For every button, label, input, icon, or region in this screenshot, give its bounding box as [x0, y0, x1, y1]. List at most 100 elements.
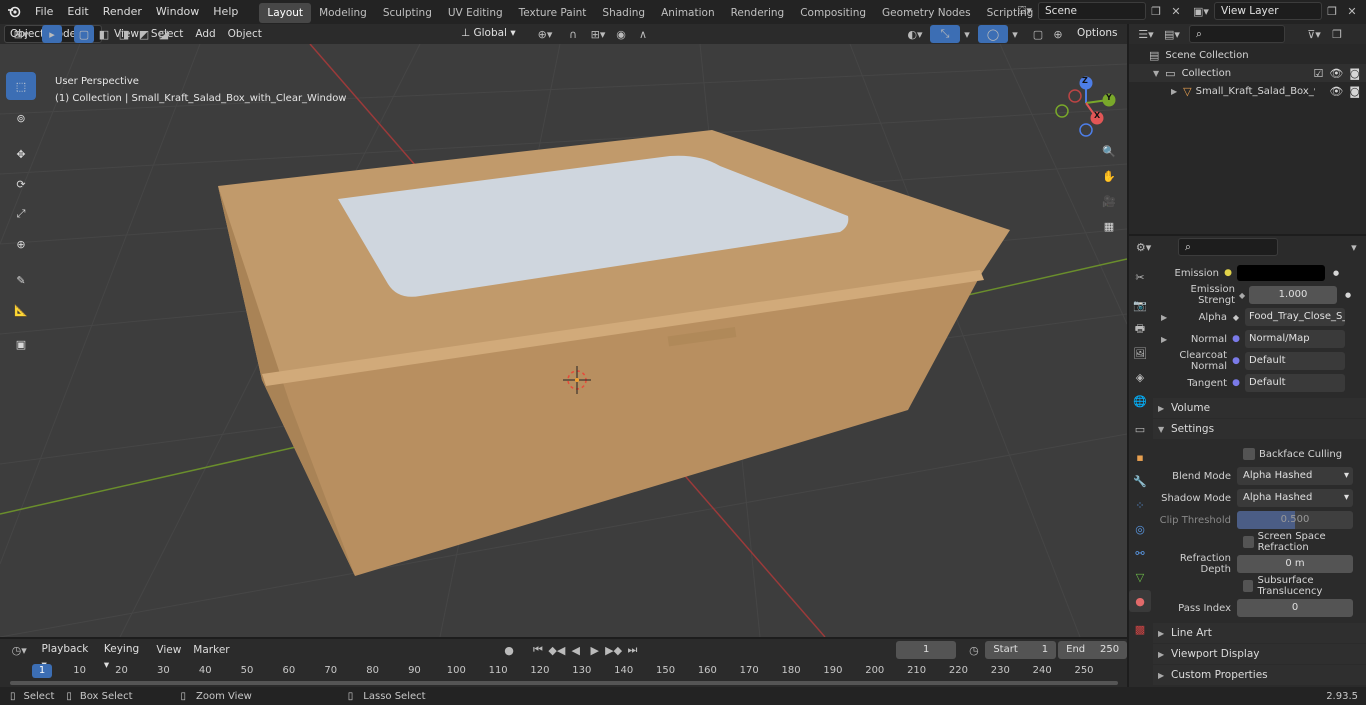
tool-tab-icon[interactable]: ✂	[1129, 266, 1151, 288]
properties-options-icon[interactable]: ▾	[1346, 238, 1362, 256]
tab-rendering[interactable]: Rendering	[723, 3, 793, 23]
orientation-select[interactable]: ⊥ Global ▾	[456, 25, 524, 43]
rotate-tool-icon[interactable]: ⟳	[6, 170, 36, 198]
clip-threshold-slider[interactable]: 0.500	[1237, 511, 1353, 529]
collection-tab-icon[interactable]: ▭	[1129, 418, 1151, 440]
overlays-icon[interactable]: ◯	[978, 25, 1008, 43]
menu-window[interactable]: Window	[149, 0, 206, 24]
output-tab-icon[interactable]: 🖶	[1129, 318, 1151, 340]
menu-object[interactable]: Object	[222, 25, 268, 43]
subsurface-checkbox[interactable]	[1243, 580, 1254, 592]
ortho-grid-icon[interactable]: ▦	[1096, 215, 1122, 237]
outliner-row-collection[interactable]: ▼ ▭ Collection ☑ 👁 ◙	[1129, 64, 1366, 82]
transform-tool-icon[interactable]: ⊕	[6, 230, 36, 258]
overlays-dropdown-icon[interactable]: ▾	[1008, 25, 1022, 43]
shadow-mode-select[interactable]: Alpha Hashed ▾	[1237, 489, 1353, 507]
annotate-tool-icon[interactable]: ✎	[6, 266, 36, 294]
render-tab-icon[interactable]: 📷	[1129, 294, 1151, 316]
outliner-search-input[interactable]: ⌕	[1189, 25, 1285, 43]
tab-animation[interactable]: Animation	[653, 3, 723, 23]
data-tab-icon[interactable]: ▽	[1129, 566, 1151, 588]
backface-checkbox[interactable]	[1243, 448, 1255, 460]
tab-texture-paint[interactable]: Texture Paint	[511, 3, 595, 23]
cursor-tool-icon[interactable]: ⊚	[6, 104, 36, 132]
remove-scene-icon[interactable]: ✕	[1166, 2, 1186, 20]
subsurface-row[interactable]: Subsurface Translucency	[1153, 575, 1366, 597]
alpha-link-field[interactable]: Food_Tray_Close_S_...	[1245, 308, 1345, 326]
eye-icon[interactable]: 👁	[1329, 67, 1343, 80]
remove-view-layer-icon[interactable]: ✕	[1342, 2, 1362, 20]
keyframe-dot-icon[interactable]: ●	[1333, 269, 1339, 277]
falloff-icon[interactable]: ∧	[632, 25, 654, 43]
proportional-edit-icon[interactable]: ◉	[610, 25, 632, 43]
editor-type-button[interactable]: ⊞▾	[6, 24, 36, 44]
zoom-icon[interactable]: 🔍	[1096, 140, 1122, 162]
new-collection-icon[interactable]: ❐	[1327, 25, 1347, 43]
material-tab-icon[interactable]: ●	[1129, 590, 1151, 612]
gizmo-toggle-icon[interactable]: ⤡	[930, 25, 960, 43]
blend-mode-select[interactable]: Alpha Hashed ▾	[1237, 467, 1353, 485]
3d-viewport[interactable]: Z Y X User Perspective (1) Collection | …	[0, 44, 1127, 637]
new-scene-icon[interactable]: ❐	[1146, 2, 1166, 20]
menu-help[interactable]: Help	[206, 0, 245, 24]
visibility-icon[interactable]: ◐▾	[900, 25, 930, 43]
snap-target-icon[interactable]: ⊞▾	[586, 25, 610, 43]
line-art-panel-header[interactable]: ▶ Line Art	[1153, 623, 1366, 643]
select-box-tool-icon[interactable]: ⬚	[6, 72, 36, 100]
normal-link-field[interactable]: Normal/Map	[1245, 330, 1345, 348]
texture-tab-icon[interactable]: ▩	[1129, 618, 1151, 640]
gizmo-dropdown-icon[interactable]: ▾	[960, 25, 974, 43]
select-intersect-icon[interactable]: ◪	[154, 25, 174, 43]
tab-uv-editing[interactable]: UV Editing	[440, 3, 511, 23]
snap-icon[interactable]: ∩	[560, 25, 586, 43]
scene-tab-icon[interactable]: ◈	[1129, 366, 1151, 388]
tab-layout[interactable]: Layout	[259, 3, 312, 23]
move-tool-icon[interactable]: ✥	[6, 140, 36, 168]
viewport-display-panel-header[interactable]: ▶ Viewport Display	[1153, 644, 1366, 664]
measure-tool-icon[interactable]: 📐	[6, 296, 36, 324]
constraints-tab-icon[interactable]: ⚯	[1129, 542, 1151, 564]
outliner-editor-icon[interactable]: ☰▾	[1133, 25, 1159, 43]
scene-name-field[interactable]: Scene	[1038, 2, 1146, 20]
select-invert-icon[interactable]: ◩	[134, 25, 154, 43]
particles-tab-icon[interactable]: ⁘	[1129, 494, 1151, 516]
new-view-layer-icon[interactable]: ❐	[1322, 2, 1342, 20]
ssr-checkbox[interactable]	[1243, 536, 1254, 548]
custom-properties-panel-header[interactable]: ▶ Custom Properties	[1153, 665, 1366, 685]
exclude-checkbox-icon[interactable]: ☑	[1313, 67, 1323, 80]
blender-logo-icon[interactable]	[0, 3, 28, 21]
camera-render-icon[interactable]: ◙	[1349, 85, 1360, 98]
menu-render[interactable]: Render	[96, 0, 149, 24]
filter-icon[interactable]: ⊽▾	[1301, 25, 1327, 43]
world-tab-icon[interactable]: 🌐	[1129, 390, 1151, 412]
wireframe-shading-icon[interactable]: ⊕	[1048, 25, 1068, 43]
volume-panel-header[interactable]: ▶ Volume	[1153, 398, 1366, 418]
select-new-icon[interactable]: ▢	[74, 25, 94, 43]
timeline-ruler[interactable]: 1 10 20 30 40 50 60 70 80 90 100 110 120 130 140 150 160…	[0, 639, 1127, 687]
navigation-gizmo[interactable]	[1055, 76, 1116, 137]
pass-index-field[interactable]: 0	[1237, 599, 1353, 617]
select-extend-icon[interactable]: ◧	[94, 25, 114, 43]
tab-modeling[interactable]: Modeling	[311, 3, 375, 23]
eye-icon[interactable]: 👁	[1329, 85, 1343, 98]
ssr-row[interactable]: Screen Space Refraction	[1153, 531, 1366, 553]
camera-view-icon[interactable]: 🎥	[1096, 190, 1122, 212]
xray-icon[interactable]: ▢	[1028, 25, 1048, 43]
keyframe-dot-icon[interactable]: ●	[1345, 291, 1351, 299]
menu-file[interactable]: File	[28, 0, 60, 24]
scene-icon[interactable]: ⛋▾	[1012, 2, 1038, 20]
tab-shading[interactable]: Shading	[594, 3, 653, 23]
scale-tool-icon[interactable]: ⤢	[6, 200, 36, 228]
expand-arrow-icon[interactable]: ▶	[1153, 313, 1167, 322]
select-subtract-icon[interactable]: ◨	[114, 25, 134, 43]
add-cube-tool-icon[interactable]: ▣	[6, 330, 36, 358]
pan-hand-icon[interactable]: ✋	[1096, 165, 1122, 187]
view-layer-tab-icon[interactable]: 🖼	[1129, 342, 1151, 364]
object-tab-icon[interactable]: ▪	[1129, 446, 1151, 468]
expand-arrow-icon[interactable]: ▶	[1153, 335, 1167, 344]
modifier-tab-icon[interactable]: 🔧	[1129, 470, 1151, 492]
timeline-scrollbar[interactable]	[10, 681, 1118, 685]
emission-strength-field[interactable]: 1.000	[1249, 286, 1337, 304]
properties-search-input[interactable]: ⌕	[1178, 238, 1278, 256]
backface-row[interactable]: Backface Culling	[1153, 443, 1366, 465]
